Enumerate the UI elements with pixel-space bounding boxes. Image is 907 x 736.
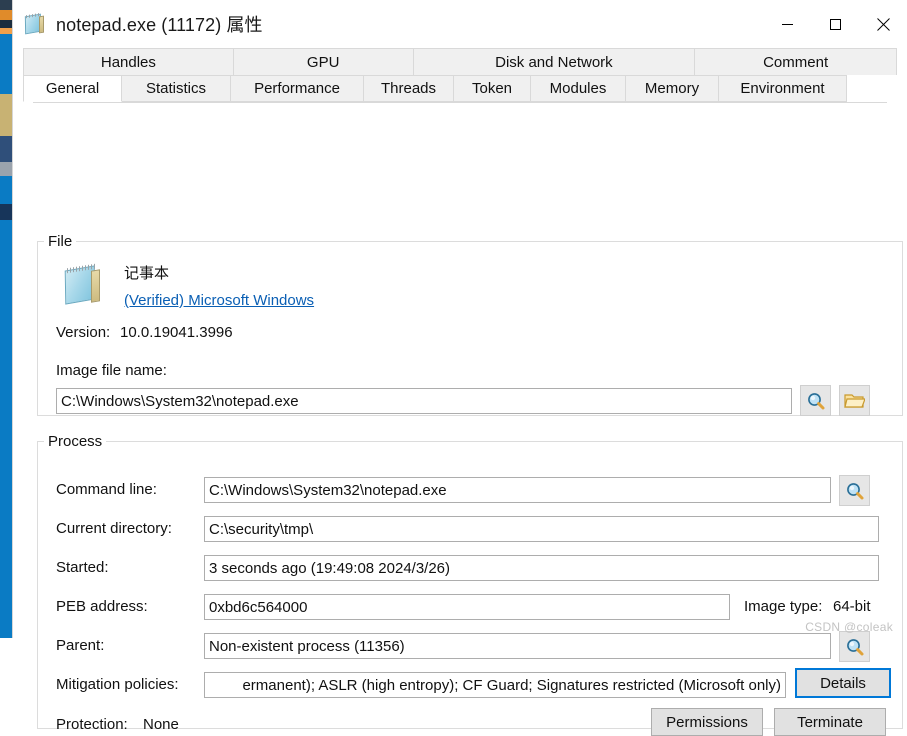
protection-label: Protection: xyxy=(56,716,128,733)
command-line-label: Command line: xyxy=(56,481,157,498)
search-icon xyxy=(846,638,863,655)
permissions-button[interactable]: Permissions xyxy=(651,708,763,736)
tab-label: Environment xyxy=(740,80,825,97)
process-properties-window: notepad.exe (11172) 属性 Handles GPU Disk … xyxy=(12,0,907,736)
search-icon xyxy=(846,482,863,499)
details-button-label: Details xyxy=(820,674,866,692)
notepad-file-icon xyxy=(62,262,106,306)
terminate-button[interactable]: Terminate xyxy=(774,708,886,736)
tab-token[interactable]: Token xyxy=(454,75,531,102)
maximize-button[interactable] xyxy=(811,0,859,48)
command-line-input[interactable]: C:\Windows\System32\notepad.exe xyxy=(204,477,831,503)
tab-label: Modules xyxy=(549,80,607,97)
notepad-icon xyxy=(23,12,47,36)
minimize-icon xyxy=(781,23,793,25)
minimize-button[interactable] xyxy=(763,0,811,48)
tab-performance[interactable]: Performance xyxy=(231,75,364,102)
tab-general[interactable]: General xyxy=(23,75,122,102)
tab-strip: Handles GPU Disk and Network Comment Gen… xyxy=(13,48,907,103)
tab-statistics[interactable]: Statistics xyxy=(122,75,231,102)
command-line-search-button[interactable] xyxy=(839,475,870,506)
permissions-button-label: Permissions xyxy=(666,713,748,731)
tab-label: Performance xyxy=(254,80,340,97)
open-folder-button[interactable] xyxy=(839,385,870,416)
started-input[interactable]: 3 seconds ago (19:49:08 2024/3/26) xyxy=(204,555,879,581)
tab-handles[interactable]: Handles xyxy=(23,48,234,75)
tab-threads[interactable]: Threads xyxy=(364,75,454,102)
image-type-label: Image type: xyxy=(744,598,823,615)
image-type-value: 64-bit xyxy=(833,598,871,615)
process-group-legend: Process xyxy=(48,433,103,450)
tab-memory[interactable]: Memory xyxy=(626,75,719,102)
process-group: Process Command line: C:\Windows\System3… xyxy=(37,433,903,736)
search-icon xyxy=(807,392,824,409)
tab-label: Statistics xyxy=(145,80,206,97)
protection-value: None xyxy=(143,716,179,733)
tab-gpu[interactable]: GPU xyxy=(233,48,414,75)
current-directory-input[interactable]: C:\security\tmp\ xyxy=(204,516,879,542)
details-button[interactable]: Details xyxy=(795,668,891,698)
current-directory-label: Current directory: xyxy=(56,520,172,537)
peb-address-input[interactable]: 0xbd6c564000 xyxy=(204,594,730,620)
background-window-sliver xyxy=(0,0,12,638)
tab-comment[interactable]: Comment xyxy=(695,48,897,75)
started-label: Started: xyxy=(56,559,109,576)
file-group-legend: File xyxy=(48,233,73,250)
tab-label: Threads xyxy=(380,80,437,97)
close-button[interactable] xyxy=(859,0,907,48)
search-icon-button[interactable] xyxy=(800,385,831,416)
tab-label: General xyxy=(45,80,100,97)
terminate-button-label: Terminate xyxy=(797,713,863,731)
tab-disk-and-network[interactable]: Disk and Network xyxy=(413,48,696,75)
tab-modules[interactable]: Modules xyxy=(531,75,626,102)
parent-label: Parent: xyxy=(56,637,105,654)
tab-label: Comment xyxy=(763,53,829,71)
version-value: 10.0.19041.3996 xyxy=(120,324,233,341)
tab-underline xyxy=(33,102,887,103)
watermark: CSDN @coleak xyxy=(805,620,893,634)
tab-row-bottom: General Statistics Performance Threads T… xyxy=(23,75,897,102)
tab-label: Memory xyxy=(644,80,700,97)
tab-label: Handles xyxy=(100,53,156,71)
parent-input[interactable]: Non-existent process (11356) xyxy=(204,633,831,659)
tab-label: Disk and Network xyxy=(495,53,613,71)
close-icon xyxy=(876,17,890,31)
maximize-icon xyxy=(829,18,841,30)
folder-icon xyxy=(844,393,865,408)
tab-environment[interactable]: Environment xyxy=(719,75,847,102)
window-title: notepad.exe (11172) 属性 xyxy=(56,15,263,35)
peb-address-label: PEB address: xyxy=(56,598,148,615)
image-file-name-label: Image file name: xyxy=(56,362,167,379)
tab-label: GPU xyxy=(306,53,340,71)
tab-row-top: Handles GPU Disk and Network Comment xyxy=(23,48,897,75)
file-description: 记事本 xyxy=(124,265,170,282)
title-bar: notepad.exe (11172) 属性 xyxy=(13,0,907,48)
image-file-name-input[interactable]: C:\Windows\System32\notepad.exe xyxy=(56,388,792,414)
file-group: File 记事本 (Verified) Microsoft Windows Ve… xyxy=(37,233,903,416)
version-label: Version: xyxy=(56,324,111,341)
mitigation-policies-label: Mitigation policies: xyxy=(56,676,179,693)
signer-link[interactable]: (Verified) Microsoft Windows xyxy=(124,292,314,309)
mitigation-policies-input[interactable]: ermanent); ASLR (high entropy); CF Guard… xyxy=(204,672,786,698)
tab-label: Token xyxy=(471,80,513,97)
parent-search-button[interactable] xyxy=(839,631,870,662)
window-controls xyxy=(763,0,907,48)
